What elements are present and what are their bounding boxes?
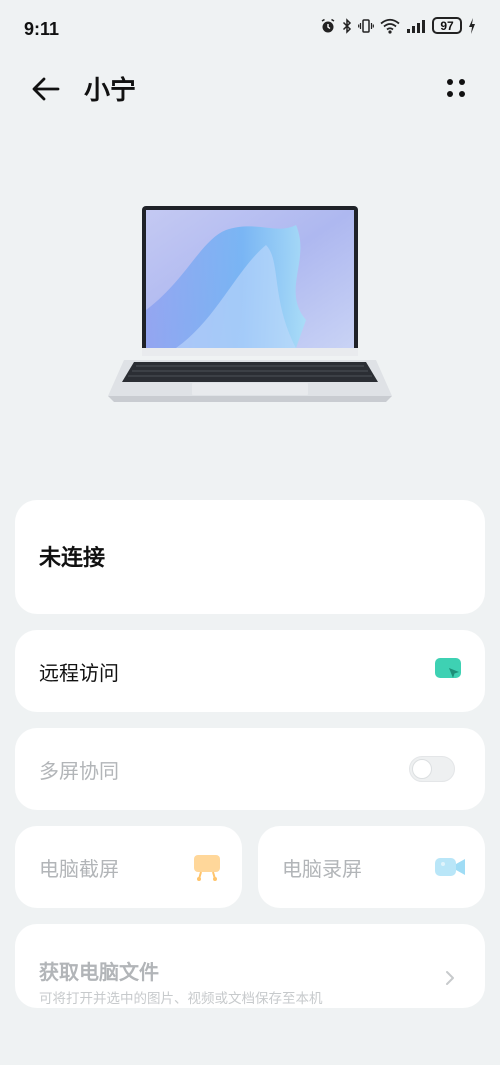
- more-dots-icon[interactable]: [444, 76, 468, 100]
- bluetooth-icon: [342, 17, 352, 34]
- connection-status-label: 未连接: [39, 546, 106, 571]
- back-arrow-icon[interactable]: [30, 74, 62, 104]
- get-files-description: 可将打开并选中的图片、视频或文档保存至本机: [39, 991, 323, 1007]
- wifi-icon: [380, 18, 400, 34]
- screenshot-icon: [194, 855, 220, 881]
- toggle-knob: [412, 759, 432, 779]
- vibrate-icon: [358, 18, 374, 33]
- chevron-right-icon: [446, 971, 454, 985]
- multi-screen-toggle[interactable]: [409, 756, 455, 782]
- status-icons: 97: [320, 17, 476, 34]
- record-icon: [435, 858, 465, 876]
- page-title: 小宁: [84, 76, 137, 106]
- pc-record-label: 电脑录屏: [282, 857, 362, 881]
- battery-icon: 97: [432, 17, 462, 34]
- header: 小宁: [0, 60, 500, 116]
- charging-icon: [469, 17, 475, 34]
- status-bar: 9:11 97: [0, 0, 500, 58]
- multi-screen-label: 多屏协同: [39, 759, 119, 783]
- status-time: 9:11: [24, 19, 60, 39]
- alarm-icon: [321, 18, 335, 32]
- pc-record-item[interactable]: 电脑录屏: [258, 826, 485, 908]
- signal-icon: [407, 19, 425, 33]
- pc-screenshot-label: 电脑截屏: [39, 857, 119, 881]
- remote-access-icon: [435, 658, 461, 678]
- get-files-item[interactable]: 获取电脑文件 可将打开并选中的图片、视频或文档保存至本机: [15, 924, 485, 1008]
- pc-screenshot-item[interactable]: 电脑截屏: [15, 826, 242, 908]
- connection-status-card: 未连接: [15, 500, 485, 614]
- laptop-image: [108, 206, 392, 402]
- multi-screen-item[interactable]: 多屏协同: [15, 728, 485, 810]
- remote-access-item[interactable]: 远程访问: [15, 630, 485, 712]
- remote-access-label: 远程访问: [39, 661, 119, 685]
- get-files-label: 获取电脑文件: [39, 960, 159, 984]
